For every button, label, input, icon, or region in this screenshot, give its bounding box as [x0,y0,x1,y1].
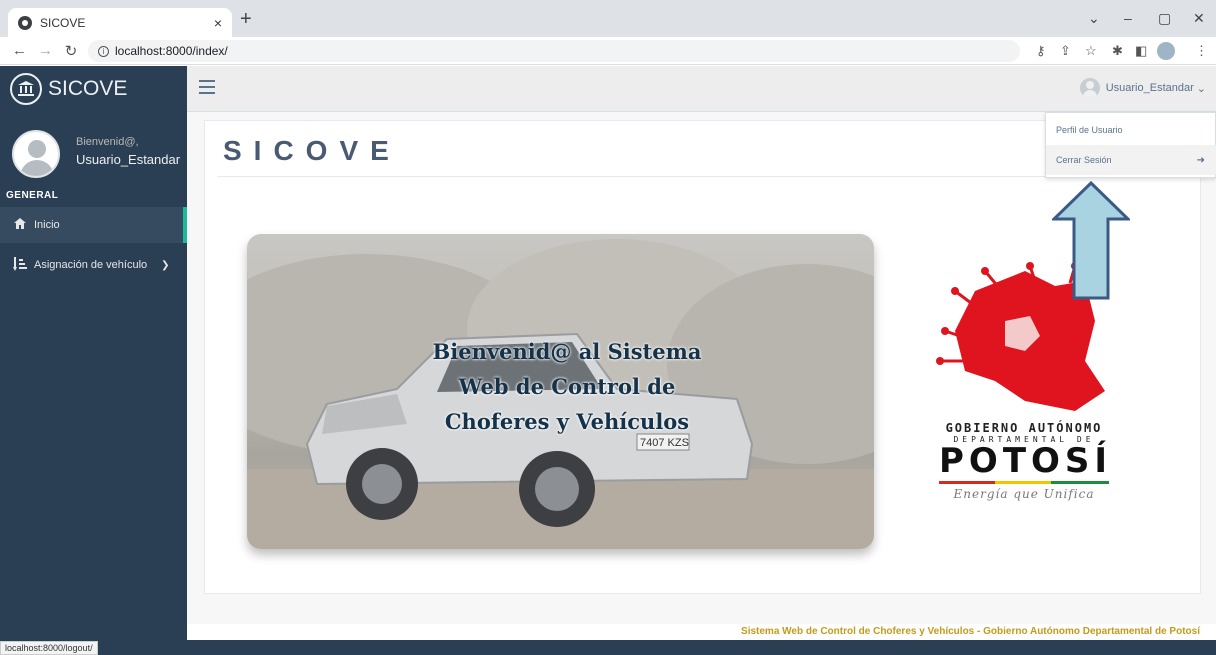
minimize-button[interactable]: – [1124,10,1132,26]
brand[interactable]: SICOVE [0,66,187,112]
menu-item-label: Cerrar Sesión [1056,155,1112,165]
sidebar-item-label: Asignación de vehículo [34,259,148,271]
info-icon[interactable]: i [98,45,109,57]
back-icon[interactable]: ← [12,42,27,59]
sidebar-item-asignacion[interactable]: Asignación de vehículo ❯ [0,247,187,283]
page-title: SICOVE [223,135,401,166]
welcome-line-3: Choferes y Vehículos [444,409,690,434]
url-text: localhost:8000/index/ [115,44,228,58]
sidepanel-icon[interactable]: ◧ [1135,43,1147,59]
tab-search-icon[interactable]: ⌄ [1088,10,1100,27]
logo-color-bar [939,481,1109,484]
institution-icon [10,73,42,105]
menu-item-perfil[interactable]: Perfil de Usuario [1046,115,1216,145]
new-tab-button[interactable]: + [240,9,252,29]
tab-close-button[interactable]: × [214,15,222,31]
hero-image: 7407 KZS Bienvenid@ al Sistema Web de Co… [247,234,874,549]
profile-avatar-icon[interactable] [1157,42,1175,60]
sidebar-profile: Bienvenid@, Usuario_Estandar [12,130,182,180]
top-navbar: Usuario_Estandar ⌄ [187,66,1216,112]
brand-name: SICOVE [48,77,128,100]
bookmark-star-icon[interactable]: ☆ [1085,43,1097,59]
welcome-text: Bienvenid@, [76,136,139,148]
bottom-bar [0,640,1216,655]
welcome-banner: Bienvenid@ al Sistema Web de Control de … [407,334,727,439]
share-icon[interactable]: ⇪ [1060,43,1071,59]
user-dropdown-menu: Perfil de Usuario Cerrar Sesión ➜ [1045,112,1216,178]
menu-item-cerrar-sesion[interactable]: Cerrar Sesión ➜ [1046,145,1216,175]
menu-toggle-icon[interactable] [199,80,215,94]
extensions-icon[interactable]: ✱ [1112,43,1123,59]
user-avatar-icon [1079,78,1100,98]
sidebar-username: Usuario_Estandar [76,152,181,167]
sidebar-item-inicio[interactable]: Inicio [0,207,187,243]
chevron-down-icon: ❯ [161,259,170,271]
annotation-arrow-up-icon [1052,181,1130,300]
avatar [12,130,60,178]
maximize-button[interactable]: ▢ [1158,10,1171,27]
sort-icon [12,256,28,274]
key-icon[interactable]: ⚷ [1036,43,1046,59]
user-menu-label: Usuario_Estandar [1105,82,1194,94]
close-window-button[interactable]: ✕ [1193,10,1205,27]
user-menu-toggle[interactable]: Usuario_Estandar ⌄ [1079,78,1206,98]
footer-text: Sistema Web de Control de Choferes y Veh… [741,626,1200,637]
kebab-menu-icon[interactable]: ⋮ [1195,43,1208,59]
browser-tab[interactable]: SICOVE × [8,8,232,37]
tab-title: SICOVE [40,15,86,30]
menu-section-title: GENERAL [6,190,59,201]
status-bar-url: localhost:8000/logout/ [0,641,98,655]
home-icon [12,218,28,232]
footer: Sistema Web de Control de Choferes y Veh… [187,624,1216,640]
browser-tab-bar: SICOVE × + ⌄ – ▢ ✕ [0,0,1216,37]
logo-line-3: POTOSÍ [939,441,1113,481]
globe-icon [18,15,32,30]
url-field[interactable]: i localhost:8000/index/ [88,40,1020,62]
divider [217,176,1187,177]
welcome-line-1: Bienvenid@ al Sistema [432,339,702,364]
logo-slogan: Energía que Unifica [953,487,1095,501]
sidebar: SICOVE Bienvenid@, Usuario_Estandar GENE… [0,66,187,640]
menu-item-label: Perfil de Usuario [1056,125,1123,135]
chevron-down-icon: ⌄ [1196,82,1206,95]
forward-icon[interactable]: → [38,42,53,59]
sidebar-item-label: Inicio [34,219,60,231]
address-bar-row: ← → ↻ i localhost:8000/index/ ⚷ ⇪ ☆ ✱ ◧ … [0,37,1216,65]
reload-icon[interactable]: ↻ [64,42,78,60]
welcome-line-2: Web de Control de [458,374,676,399]
logo-line-1: GOBIERNO AUTÓNOMO [945,421,1103,435]
sign-out-icon: ➜ [1196,154,1205,166]
